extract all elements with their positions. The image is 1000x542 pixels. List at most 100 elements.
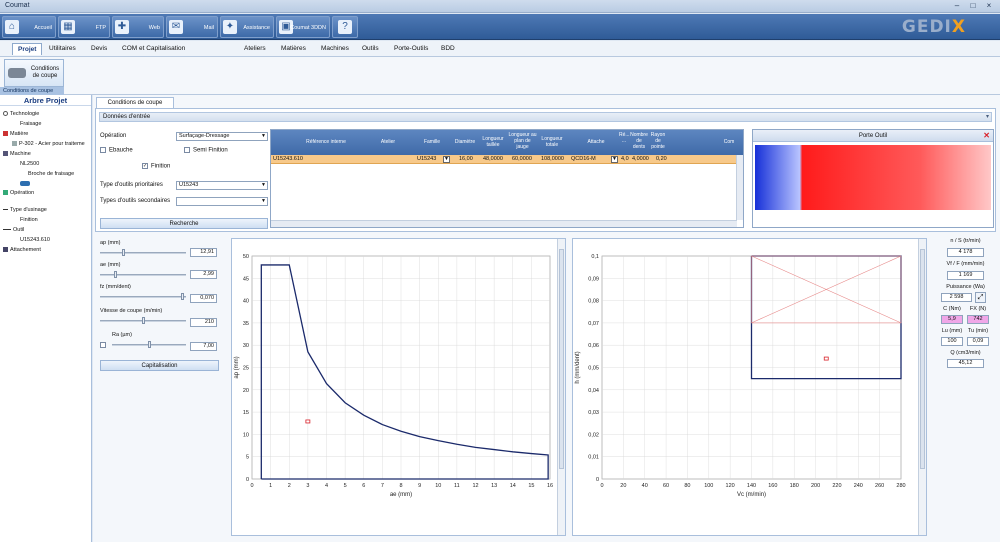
matiere-icon bbox=[3, 131, 8, 137]
col-rayon-pointe[interactable]: Rayon de pointe bbox=[649, 132, 667, 150]
q-value[interactable]: 45,12 bbox=[947, 359, 984, 368]
col-nombre-dents[interactable]: Nombre de dents bbox=[630, 132, 648, 150]
puissance-value[interactable]: 2 598 bbox=[941, 293, 972, 302]
tree-item-tool-ref[interactable]: U15243.610 bbox=[20, 237, 50, 243]
menu-porte-outils[interactable]: Porte-Outils bbox=[394, 45, 428, 52]
mail-button[interactable]: ✉ Mail bbox=[166, 16, 218, 38]
vf-value[interactable]: 1 169 bbox=[947, 271, 984, 280]
porte-outil-panel: Porte Outil ✕ bbox=[752, 129, 994, 228]
col-com[interactable]: Com bbox=[719, 139, 739, 145]
coumat-3ddn-button[interactable]: ▣ Coumat 3DDN bbox=[276, 16, 330, 38]
col-diametre[interactable]: Diamètre bbox=[451, 139, 479, 145]
col-longueur-totale[interactable]: Longueur totale bbox=[537, 136, 567, 148]
tree-item-type-usinage[interactable]: Type d'usinage bbox=[3, 207, 47, 213]
col-attache[interactable]: Attache bbox=[581, 139, 611, 145]
menu-bdd[interactable]: BDD bbox=[441, 45, 455, 52]
tree-item-operation[interactable]: Opération bbox=[3, 190, 34, 196]
x-axis-label: ae (mm) bbox=[390, 492, 412, 498]
x-tick-label: 4 bbox=[325, 483, 328, 489]
vc-label: Vitesse de coupe (m/min) bbox=[100, 308, 163, 314]
capitalisation-button[interactable]: Capitalisation bbox=[100, 360, 219, 371]
close-icon[interactable]: ✕ bbox=[983, 132, 990, 140]
tu-value[interactable]: 0,09 bbox=[967, 337, 989, 346]
grid-vertical-scrollbar[interactable] bbox=[736, 155, 743, 220]
web-button[interactable]: ✚ Web bbox=[112, 16, 164, 38]
fz-value[interactable]: 0,070 bbox=[190, 294, 217, 303]
ebauche-checkbox[interactable]: Ebauche bbox=[100, 147, 133, 154]
ftp-button[interactable]: ▦ FTP bbox=[58, 16, 110, 38]
ra-value[interactable]: 7,00 bbox=[190, 342, 217, 351]
prio-tools-select[interactable]: U15243 ▼ bbox=[176, 181, 268, 190]
semi-finition-checkbox[interactable]: Semi Finition bbox=[184, 147, 228, 154]
grid-horizontal-scrollbar[interactable] bbox=[271, 220, 737, 227]
ra-checkbox[interactable] bbox=[100, 342, 106, 348]
tree-item-nl2500[interactable]: NL2500 bbox=[20, 161, 39, 167]
ae-value[interactable]: 2,99 bbox=[190, 270, 217, 279]
menu-devis[interactable]: Devis bbox=[91, 45, 107, 52]
menu-matieres[interactable]: Matières bbox=[281, 45, 306, 52]
maximize-icon[interactable]: □ bbox=[966, 1, 980, 11]
fz-slider-thumb[interactable] bbox=[181, 293, 184, 300]
menu-machines[interactable]: Machines bbox=[321, 45, 349, 52]
x-tick-label: 220 bbox=[832, 483, 841, 489]
tree-item-outil[interactable]: Outil bbox=[3, 227, 24, 233]
tree-item-technologie[interactable]: Technologie bbox=[3, 111, 39, 117]
menu-projet[interactable]: Projet bbox=[12, 43, 43, 55]
assistance-button[interactable]: ✦ Assistance bbox=[220, 16, 274, 38]
tree-item-machine[interactable]: Machine bbox=[3, 151, 31, 157]
vc-value[interactable]: 210 bbox=[190, 318, 217, 327]
ap-value[interactable]: 12,91 bbox=[190, 248, 217, 257]
col-famille[interactable]: Famille bbox=[417, 139, 447, 145]
lu-value[interactable]: 100 bbox=[941, 337, 963, 346]
col-reference[interactable]: Référence interne bbox=[291, 139, 361, 145]
tree-item-attachement[interactable]: Attachement bbox=[3, 247, 41, 253]
col-longueur-jauge[interactable]: Longueur au plan de jauge bbox=[508, 132, 537, 150]
chart1-scrollbar[interactable] bbox=[557, 239, 565, 535]
c-value[interactable]: 5,9 bbox=[941, 315, 963, 324]
n-value[interactable]: 4 178 bbox=[947, 248, 984, 257]
ra-slider-thumb[interactable] bbox=[148, 341, 151, 348]
tree-item-fraisage[interactable]: Fraisage bbox=[20, 121, 41, 127]
table-row[interactable]: U15243.610 U15243 ▼ 16,00 48,0000 60,000… bbox=[271, 155, 737, 164]
operation-select[interactable]: Surfaçage-Dressage ▼ bbox=[176, 132, 268, 141]
menu-utilitaires[interactable]: Utilitaires bbox=[49, 45, 76, 52]
conditions-coupe-button[interactable]: Conditions de coupe bbox=[4, 59, 64, 87]
ae-slider-thumb[interactable] bbox=[114, 271, 117, 278]
project-tree: Arbre Projet Technologie Fraisage Matièr… bbox=[0, 95, 92, 542]
menu-com-capitalisation[interactable]: COM et Capitalisation bbox=[122, 45, 185, 52]
ae-slider[interactable] bbox=[100, 274, 186, 276]
y-tick-label: 30 bbox=[243, 343, 249, 349]
section-header[interactable]: Données d'entrée ▾ bbox=[99, 112, 992, 122]
tab-conditions-coupe[interactable]: Conditions de coupe bbox=[96, 97, 174, 108]
close-icon[interactable]: × bbox=[982, 1, 996, 11]
lu-label: Lu (mm) bbox=[941, 328, 963, 334]
tree-item-matiere[interactable]: Matière bbox=[3, 131, 28, 137]
minimize-icon[interactable]: – bbox=[950, 1, 964, 11]
x-tick-label: 0 bbox=[250, 483, 253, 489]
search-button[interactable]: Recherche bbox=[100, 218, 268, 229]
col-atelier[interactable]: Atelier bbox=[373, 139, 403, 145]
tree-item-finition[interactable]: Finition bbox=[20, 217, 38, 223]
ap-slider-thumb[interactable] bbox=[122, 249, 125, 256]
sec-tools-select[interactable]: ▼ bbox=[176, 197, 268, 206]
help-button[interactable]: ? bbox=[332, 16, 358, 38]
menu-ateliers[interactable]: Ateliers bbox=[244, 45, 266, 52]
fz-slider[interactable] bbox=[100, 296, 186, 298]
menu-outils[interactable]: Outils bbox=[362, 45, 379, 52]
finition-checkbox[interactable]: ✓ Finition bbox=[142, 163, 170, 170]
tree-item-material[interactable]: P-302 - Acier pour traiteme bbox=[12, 141, 85, 147]
fx-value[interactable]: 742 bbox=[967, 315, 989, 324]
col-longueur-taillee[interactable]: Longueur taillée bbox=[479, 136, 507, 148]
chart2-scrollbar[interactable] bbox=[918, 239, 926, 535]
x-tick-label: 7 bbox=[381, 483, 384, 489]
power-chart-icon[interactable]: ⤢ bbox=[975, 292, 986, 303]
tree-item-broche[interactable]: Broche de fraisage bbox=[28, 171, 74, 177]
x-tick-label: 120 bbox=[726, 483, 735, 489]
vc-slider-thumb[interactable] bbox=[142, 317, 145, 324]
ap-slider[interactable] bbox=[100, 252, 186, 254]
dropdown-arrow-icon[interactable]: ▼ bbox=[611, 156, 618, 163]
dropdown-arrow-icon[interactable]: ▼ bbox=[443, 156, 450, 163]
fx-label: FX (N) bbox=[969, 306, 987, 312]
home-button[interactable]: ⌂ Accueil bbox=[2, 16, 56, 38]
col-re[interactable]: Ré... ... bbox=[619, 132, 630, 144]
